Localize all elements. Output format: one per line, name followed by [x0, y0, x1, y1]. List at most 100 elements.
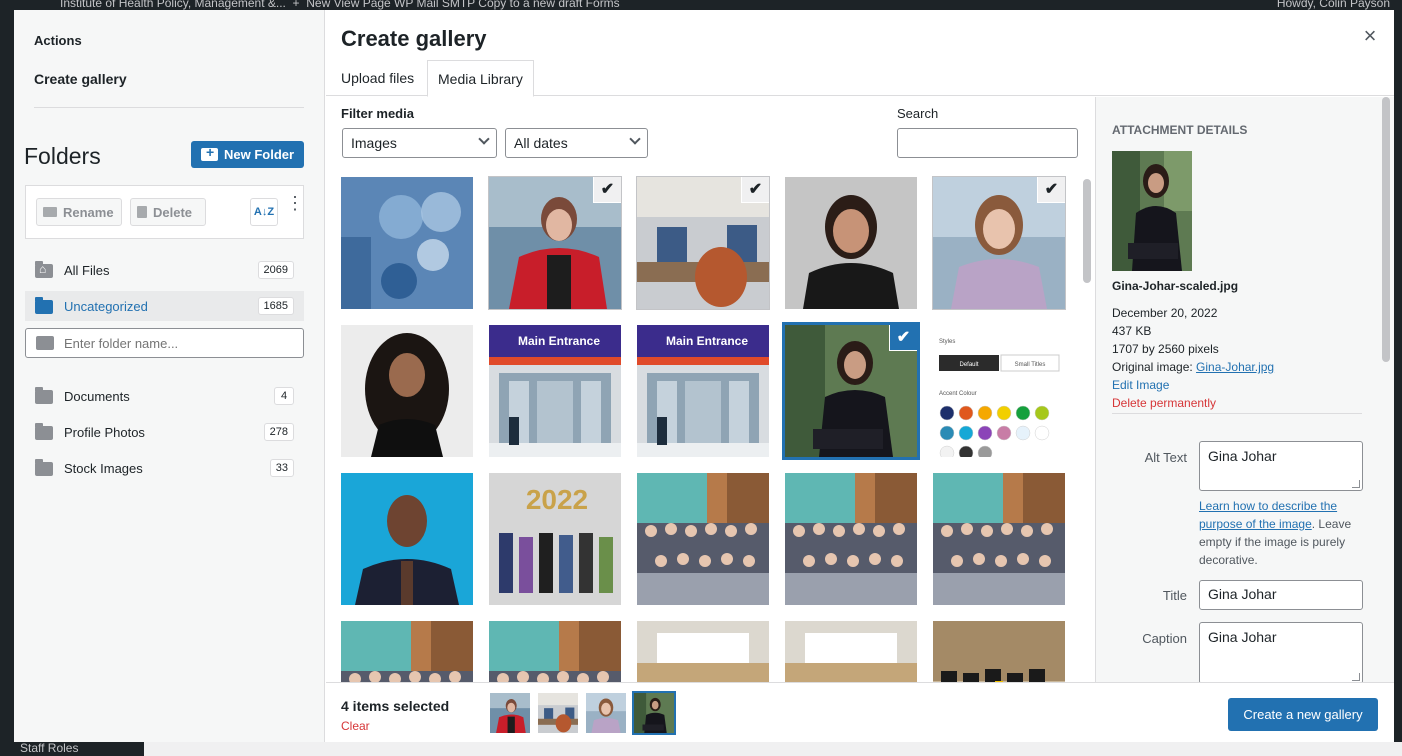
folder-label: Uncategorized — [64, 298, 148, 314]
caption-field[interactable]: Gina Johar — [1199, 622, 1363, 682]
media-type-value: Images — [351, 135, 397, 151]
menu-item-create-gallery[interactable]: Create gallery — [34, 71, 127, 87]
folder-name-input[interactable] — [64, 333, 294, 353]
original-image-line: Original image: Gina-Johar.jpg — [1112, 360, 1274, 374]
attachment-thumbnail[interactable]: Styles Default Small Titles Accent Colour — [933, 325, 1065, 457]
selected-thumbnail[interactable] — [586, 693, 626, 733]
attachment-thumbnail[interactable]: ✔ — [785, 325, 917, 457]
folder-count: 2069 — [257, 261, 294, 279]
folder-stock-images[interactable]: Stock Images 33 — [25, 453, 304, 483]
details-scrollbar[interactable] — [1382, 97, 1390, 362]
attachment-details: Attachment Details Gina-Johar-scaled.jpg… — [1095, 97, 1394, 682]
delete-label: Delete — [153, 204, 193, 220]
tab-upload-files[interactable]: Upload files — [331, 60, 424, 96]
delete-folder-button[interactable]: Delete — [130, 198, 206, 226]
attachment-thumbnail[interactable] — [341, 325, 473, 457]
trash-icon — [137, 206, 147, 218]
create-gallery-button[interactable]: Create a new gallery — [1228, 698, 1378, 731]
attachment-thumbnail[interactable] — [341, 473, 473, 605]
more-options-icon[interactable]: ⋮ — [286, 194, 304, 224]
chevron-down-icon — [478, 133, 490, 145]
wp-admin-sidebar — [0, 10, 14, 756]
alt-text-value: Gina Johar — [1208, 448, 1277, 464]
attachment-thumbnail[interactable] — [341, 621, 473, 682]
folder-documents[interactable]: Documents 4 — [25, 381, 304, 411]
checkmark-icon[interactable]: ✔ — [741, 177, 769, 203]
media-type-select[interactable]: Images — [342, 128, 497, 158]
folder-label: All Files — [64, 262, 110, 278]
attachment-thumbnail[interactable] — [637, 473, 769, 605]
rename-label: Rename — [63, 204, 114, 220]
folder-icon — [35, 459, 53, 476]
media-modal: Actions Create gallery Folders New Folde… — [14, 10, 1394, 742]
wp-admin-bar: Institute of Health Policy, Management &… — [0, 0, 1402, 10]
selected-thumbnail[interactable] — [538, 693, 578, 733]
attachment-thumbnail[interactable] — [341, 177, 473, 309]
attachment-thumbnail[interactable]: Main Entrance — [637, 325, 769, 457]
attachment-thumbnail[interactable] — [785, 473, 917, 605]
attachment-dimensions: 1707 by 2560 pixels — [1112, 342, 1219, 356]
folder-all-files[interactable]: All Files 2069 — [25, 255, 304, 285]
folder-profile-photos[interactable]: Profile Photos 278 — [25, 417, 304, 447]
folder-icon — [35, 387, 53, 404]
title-value: Gina Johar — [1208, 586, 1277, 602]
selected-thumbnail[interactable] — [490, 693, 530, 733]
folders-heading: Folders — [24, 143, 101, 169]
resize-handle-icon[interactable] — [1352, 480, 1360, 488]
attachment-thumbnail[interactable]: Main Entrance — [489, 325, 621, 457]
title-label: Title — [1162, 588, 1187, 603]
uncategorized-folder-icon — [35, 297, 53, 314]
attachments-browser: Filter media Images All dates Search ✔ ✔ ✔… — [326, 97, 1095, 682]
alt-text-field[interactable]: Gina Johar — [1199, 441, 1363, 491]
title-field[interactable]: Gina Johar — [1199, 580, 1363, 610]
attachment-date: December 20, 2022 — [1112, 306, 1218, 320]
attachment-thumbnail[interactable] — [785, 177, 917, 309]
attachment-thumbnail[interactable] — [489, 621, 621, 682]
selected-thumbnail[interactable] — [634, 693, 674, 733]
date-filter-select[interactable]: All dates — [505, 128, 648, 158]
search-label: Search — [897, 106, 939, 121]
attachment-thumbnail[interactable]: ✔ — [637, 177, 769, 309]
grid-scrollbar[interactable] — [1083, 179, 1091, 283]
wp-page-background — [144, 742, 1402, 756]
frame-title: Create gallery — [341, 26, 487, 51]
chevron-down-icon — [629, 133, 641, 145]
admin-bar-greeting[interactable]: Howdy, Colin Payson — [1277, 0, 1390, 10]
original-image-link[interactable]: Gina-Johar.jpg — [1196, 360, 1274, 374]
rename-button[interactable]: Rename — [36, 198, 122, 226]
sort-icon[interactable]: A↓Z — [250, 198, 278, 226]
resize-handle-icon[interactable] — [1352, 673, 1360, 681]
edit-image-link[interactable]: Edit Image — [1112, 378, 1169, 392]
new-folder-button[interactable]: New Folder — [191, 141, 304, 168]
search-input[interactable] — [897, 128, 1078, 158]
svg-text:2022: 2022 — [526, 484, 588, 515]
folder-toolbox: Rename Delete A↓Z ⋮ — [25, 185, 304, 239]
filter-media-label: Filter media — [341, 106, 414, 121]
attachment-thumbnail[interactable] — [933, 473, 1065, 605]
delete-permanently-link[interactable]: Delete permanently — [1112, 396, 1216, 410]
attachment-thumbnail[interactable] — [637, 621, 769, 682]
original-image-label: Original image: — [1112, 360, 1193, 374]
wp-menu-item-staff-roles[interactable]: Staff Roles — [14, 742, 144, 756]
attachment-thumbnail[interactable]: 2022 — [489, 473, 621, 605]
folder-uncategorized[interactable]: Uncategorized 1685 — [25, 291, 304, 321]
checkmark-icon[interactable]: ✔ — [889, 325, 917, 351]
selection-count: 4 items selected — [341, 698, 450, 714]
checkmark-icon[interactable]: ✔ — [593, 177, 621, 203]
svg-text:Styles: Styles — [939, 339, 955, 345]
checkmark-icon[interactable]: ✔ — [1037, 177, 1065, 203]
alt-text-label: Alt Text — [1144, 450, 1187, 465]
folder-search-icon — [36, 336, 54, 350]
attachment-thumbnail[interactable] — [933, 621, 1065, 682]
tab-media-library[interactable]: Media Library — [427, 60, 534, 97]
attachment-thumbnail[interactable]: ✔ — [933, 177, 1065, 309]
clear-selection-link[interactable]: Clear — [341, 719, 370, 733]
folder-name-field[interactable] — [25, 328, 304, 358]
details-separator — [1112, 413, 1362, 414]
attachment-thumbnail[interactable]: ✔ — [489, 177, 621, 309]
attachment-thumbnail[interactable] — [785, 621, 917, 682]
svg-text:Main Entrance: Main Entrance — [666, 334, 748, 348]
attachment-thumbnail — [1112, 151, 1192, 271]
folder-count: 1685 — [257, 297, 294, 315]
close-icon[interactable]: × — [1358, 24, 1382, 48]
